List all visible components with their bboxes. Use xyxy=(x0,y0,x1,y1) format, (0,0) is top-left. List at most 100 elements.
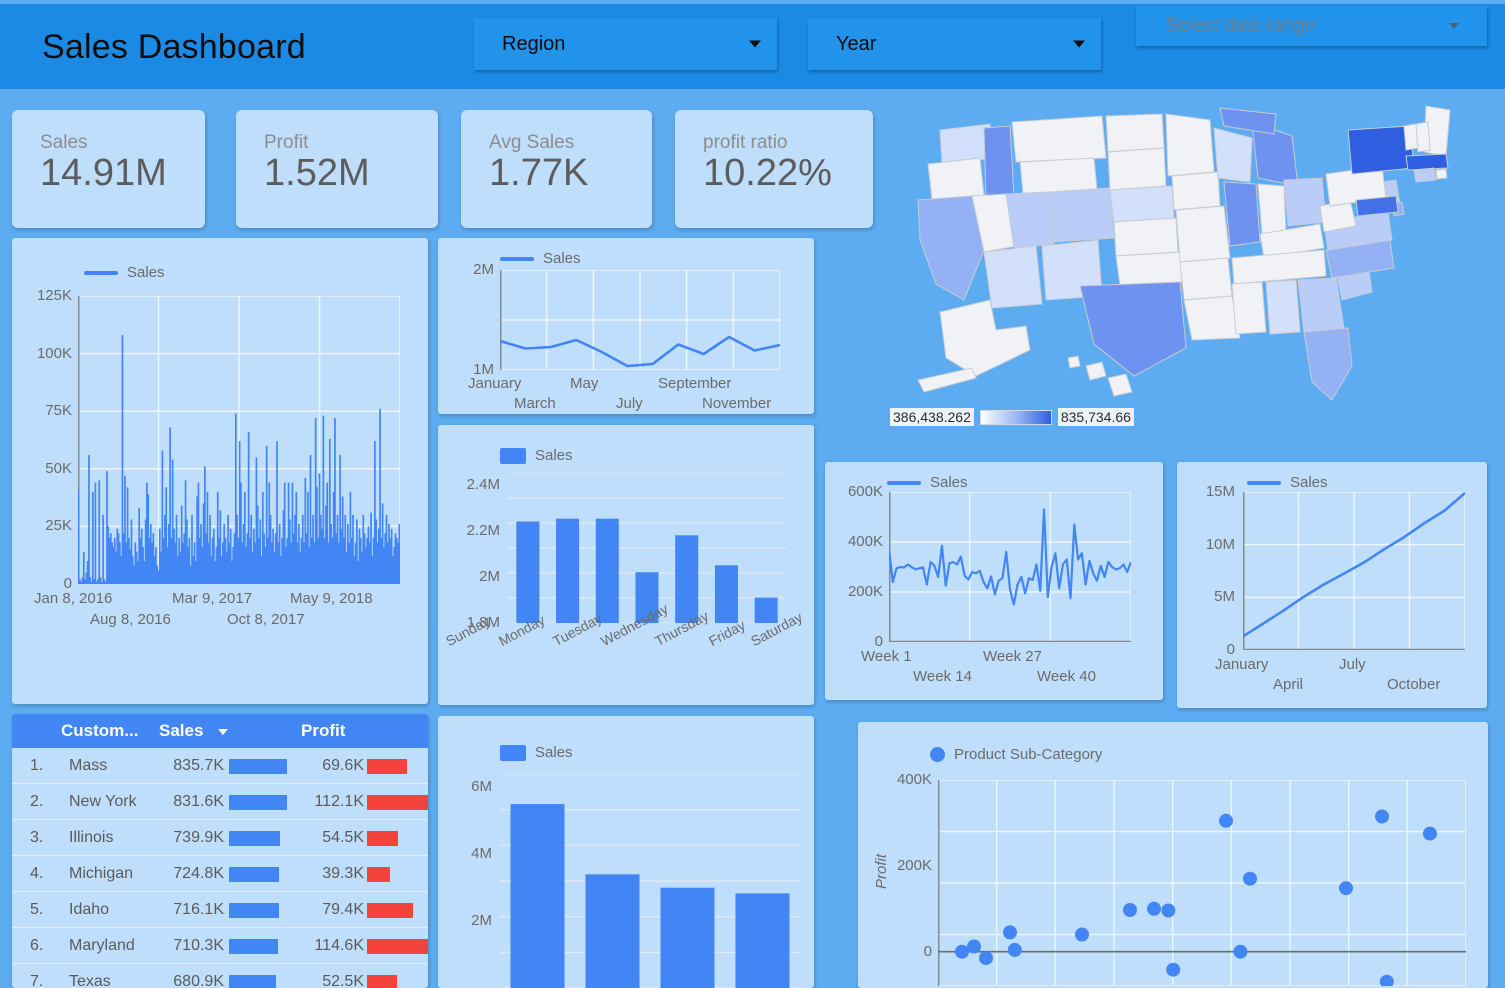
map-state-oh[interactable] xyxy=(1283,177,1327,227)
kpi-card-profit-ratio[interactable]: profit ratio 10.22% xyxy=(675,110,873,228)
plot-area xyxy=(500,270,780,370)
legend-swatch xyxy=(84,270,118,275)
chart-card-monthly-sales[interactable]: Sales 2M 1M January May September March July Nov… xyxy=(438,238,814,414)
map-state-fl[interactable] xyxy=(1303,327,1353,401)
dashboard-header: Sales Dashboard Region Year Select date … xyxy=(0,4,1505,89)
row-sales-bar xyxy=(229,975,277,988)
column-header-customer[interactable]: Custom... xyxy=(61,721,138,741)
column-header-profit[interactable]: Profit xyxy=(301,721,345,741)
table-row[interactable]: 7. Texas 680.9K 52.5K xyxy=(12,964,428,988)
map-state-ak[interactable] xyxy=(939,299,1031,377)
y-axis-tick-label: 10M xyxy=(1205,535,1235,553)
row-profit-bar xyxy=(367,831,399,846)
dashboard-page: Sales Dashboard Region Year Select date … xyxy=(0,0,1505,988)
y-axis-tick-label: 600K xyxy=(847,483,883,500)
sales-by-state-map[interactable]: 386,438.262 835,734.66 xyxy=(880,100,1505,450)
map-state-hi3[interactable] xyxy=(1107,373,1133,397)
page-title: Sales Dashboard xyxy=(42,28,306,66)
map-state-ct[interactable] xyxy=(1413,167,1437,183)
map-state-nh[interactable] xyxy=(1415,121,1431,153)
chart-card-daily-sales[interactable]: Sales 0 25K 50K 75K 100K 125K Jan 8, 2016 Mar 9,… xyxy=(12,238,428,704)
map-state-la[interactable] xyxy=(1183,295,1241,341)
map-state-tx[interactable] xyxy=(1079,281,1187,377)
map-state-sd[interactable] xyxy=(1107,147,1167,191)
map-state-ma[interactable] xyxy=(1405,153,1449,171)
map-state-al[interactable] xyxy=(1265,279,1301,335)
row-sales-value: 710.3K xyxy=(173,937,224,954)
y-axis-tick-label: 2.2M xyxy=(466,521,500,539)
row-profit-bar xyxy=(367,903,413,918)
row-rank: 1. xyxy=(30,757,44,774)
map-state-ca[interactable] xyxy=(917,195,985,301)
legend-swatch xyxy=(500,256,534,261)
filter-region-label: Region xyxy=(502,32,566,55)
table-row[interactable]: 1. Mass 835.7K 69.6K xyxy=(12,748,428,784)
map-state-ms[interactable] xyxy=(1231,281,1267,335)
row-name: Michigan xyxy=(69,865,134,882)
map-state-or[interactable] xyxy=(927,157,985,201)
row-profit-value: 52.5K xyxy=(322,973,364,988)
y-axis-tick-label: 6M xyxy=(471,778,492,796)
table-row[interactable]: 3. Illinois 739.9K 54.5K xyxy=(12,820,428,856)
filter-region[interactable]: Region xyxy=(474,18,777,70)
map-legend-min: 386,438.262 xyxy=(890,408,974,426)
chart-card-category-sales[interactable]: Sales 2M 4M 6M xyxy=(438,716,814,988)
map-state-hi2[interactable] xyxy=(1085,361,1107,381)
chart-card-cumulative-sales[interactable]: Sales 0 5M 10M 15M January July April October xyxy=(1177,462,1487,708)
table-row[interactable]: 2. New York 831.6K 112.1K xyxy=(12,784,428,820)
map-state-mi2[interactable] xyxy=(1219,107,1277,135)
map-state-ok[interactable] xyxy=(1115,251,1183,287)
table-row[interactable]: 4. Michigan 724.8K 39.3K xyxy=(12,856,428,892)
filter-date-range[interactable]: Select date range xyxy=(1136,6,1487,46)
plot-area xyxy=(500,774,800,988)
table-row[interactable]: 6. Maryland 710.3K 114.6K xyxy=(12,928,428,964)
map-state-mo[interactable] xyxy=(1175,205,1231,263)
top-customers-table[interactable]: Custom... Sales Profit 1. Mass 835.7K 69.6K… xyxy=(12,714,428,988)
map-state-nd[interactable] xyxy=(1105,113,1165,153)
filter-year[interactable]: Year xyxy=(808,18,1101,70)
kpi-card-profit[interactable]: Profit 1.52M xyxy=(236,110,438,228)
map-state-ar[interactable] xyxy=(1179,257,1233,301)
map-state-co[interactable] xyxy=(1049,187,1115,243)
map-state-mt[interactable] xyxy=(1011,115,1107,163)
plot-area xyxy=(1243,492,1465,650)
legend-label: Sales xyxy=(1290,474,1328,491)
map-state-id[interactable] xyxy=(983,125,1015,199)
map-state-mn[interactable] xyxy=(1165,113,1215,177)
map-state-az[interactable] xyxy=(983,245,1043,309)
sort-desc-icon[interactable] xyxy=(218,729,228,735)
y-axis-title: Profit xyxy=(873,853,891,890)
column-header-sales[interactable]: Sales xyxy=(159,721,203,741)
chart-legend: Sales xyxy=(500,744,573,761)
x-axis-tick-label: Oct 8, 2017 xyxy=(227,611,305,628)
row-sales-bar xyxy=(229,939,279,954)
map-state-il[interactable] xyxy=(1223,181,1261,247)
row-sales-bar xyxy=(229,831,281,846)
map-state-ga[interactable] xyxy=(1297,277,1345,333)
kpi-card-sales[interactable]: Sales 14.91M xyxy=(12,110,205,228)
row-rank: 7. xyxy=(30,973,44,988)
row-sales-bar xyxy=(229,759,287,774)
map-state-md[interactable] xyxy=(1355,195,1399,217)
map-state-in[interactable] xyxy=(1257,183,1287,235)
x-axis-tick-label: Week 27 xyxy=(983,648,1042,665)
chart-card-weekday-sales[interactable]: Sales 1.8M 2M 2.2M 2.4M Sunday Monday Tuesday We… xyxy=(438,425,814,705)
kpi-card-avg-sales[interactable]: Avg Sales 1.77K xyxy=(461,110,652,228)
row-sales-value: 831.6K xyxy=(173,793,224,810)
x-axis-tick-label: Week 14 xyxy=(913,668,972,685)
plot-area xyxy=(78,296,400,584)
y-axis-tick-label: 0 xyxy=(923,942,932,960)
x-axis-tick-label: Aug 8, 2016 xyxy=(90,611,171,628)
table-row[interactable]: 5. Idaho 716.1K 79.4K xyxy=(12,892,428,928)
plot-area xyxy=(508,473,786,623)
chart-card-subcategory-scatter[interactable]: Product Sub-Category 0 200K 400K Profit xyxy=(858,722,1488,988)
map-state-wi[interactable] xyxy=(1213,127,1253,183)
map-state-ri[interactable] xyxy=(1435,168,1448,180)
map-state-ut[interactable] xyxy=(1005,191,1055,249)
map-state-ak2[interactable] xyxy=(917,367,977,393)
map-state-ne[interactable] xyxy=(1109,185,1175,223)
chart-card-weekly-sales[interactable]: Sales 0 200K 400K 600K Week 1 Week 27 Week 14 We… xyxy=(825,462,1163,700)
map-state-hi[interactable] xyxy=(1067,355,1081,369)
map-state-ks[interactable] xyxy=(1113,217,1179,257)
map-state-ia[interactable] xyxy=(1171,171,1221,211)
